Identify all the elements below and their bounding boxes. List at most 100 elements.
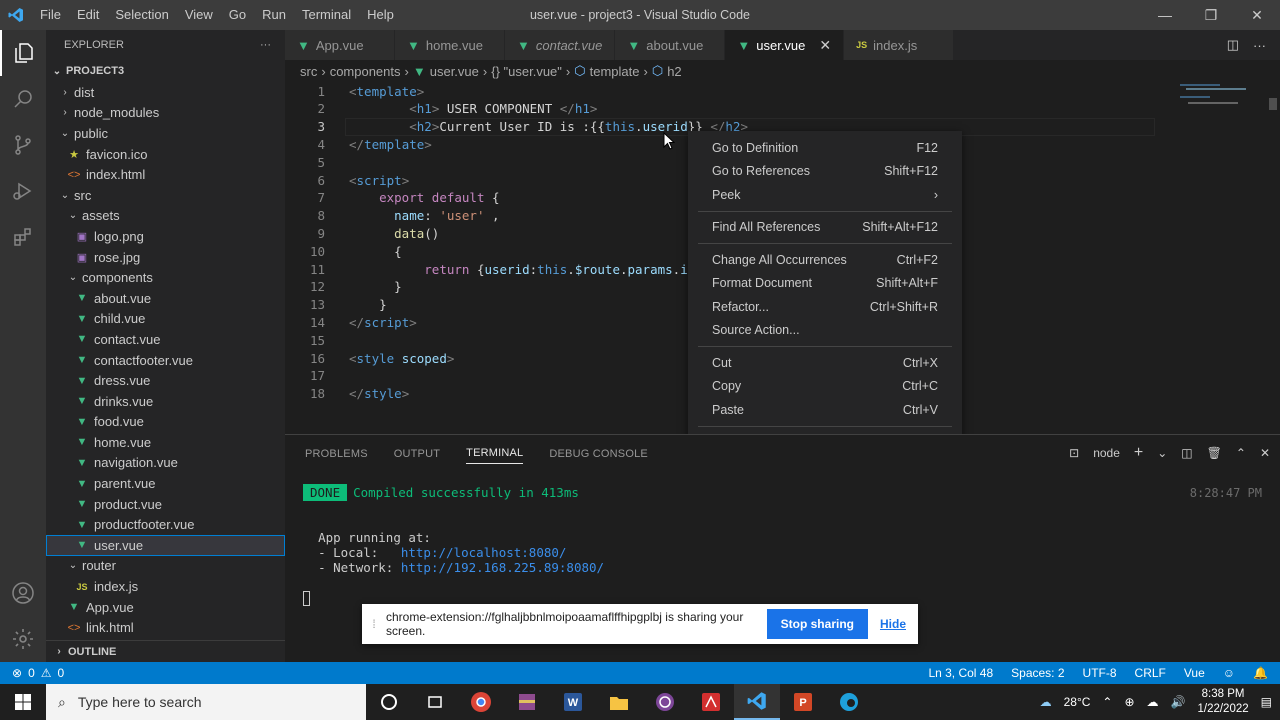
- minimap[interactable]: [1176, 82, 1266, 112]
- windows-start-icon[interactable]: [0, 684, 46, 720]
- menu-go[interactable]: Go: [221, 0, 254, 30]
- context-menu-item[interactable]: Go to References Shift+F12: [688, 160, 962, 184]
- close-tab-icon[interactable]: ✕: [819, 37, 831, 54]
- context-menu-item[interactable]: Go to Definition F12: [688, 136, 962, 160]
- indentation[interactable]: Spaces: 2: [1011, 666, 1064, 680]
- weather-icon[interactable]: ☁: [1040, 695, 1052, 709]
- editor-scrollbar[interactable]: [1266, 90, 1280, 420]
- task-view-icon[interactable]: [412, 684, 458, 720]
- code-line[interactable]: 14 </script>: [285, 313, 417, 331]
- drag-handle-icon[interactable]: ⁞: [362, 617, 386, 631]
- restore-icon[interactable]: ❐: [1188, 0, 1234, 30]
- code-line[interactable]: 13 }: [285, 296, 387, 314]
- code-line[interactable]: 12 }: [285, 278, 402, 296]
- hide-button[interactable]: Hide: [880, 617, 906, 631]
- split-editor-icon[interactable]: ◫: [1227, 37, 1239, 53]
- file-item[interactable]: ▣ logo.png: [46, 226, 285, 247]
- run-debug-icon[interactable]: [0, 168, 46, 214]
- volume-icon[interactable]: 🔊: [1171, 695, 1186, 709]
- code-line[interactable]: 1 <template>: [285, 82, 424, 100]
- menu-view[interactable]: View: [177, 0, 221, 30]
- tab-output[interactable]: OUTPUT: [394, 444, 440, 464]
- code-line[interactable]: 8 name: 'user' ,: [285, 207, 499, 225]
- code-line[interactable]: 3 <h2>Current User ID is :{{this.userid}…: [285, 118, 748, 136]
- tor-browser-icon[interactable]: [642, 684, 688, 720]
- code-line[interactable]: 9 data(): [285, 224, 439, 242]
- context-menu-item[interactable]: Refactor... Ctrl+Shift+R: [688, 295, 962, 319]
- more-actions-icon[interactable]: ···: [1253, 38, 1266, 53]
- network-url-link[interactable]: http://192.168.225.89:8080/: [401, 560, 604, 575]
- powerpoint-icon[interactable]: P: [780, 684, 826, 720]
- chrome-icon[interactable]: [458, 684, 504, 720]
- file-item[interactable]: <> link.html: [46, 617, 285, 638]
- breadcrumb-item[interactable]: h2: [667, 64, 681, 79]
- search-icon[interactable]: [0, 76, 46, 122]
- notification-icon[interactable]: ▤: [1261, 695, 1272, 709]
- source-control-icon[interactable]: [0, 122, 46, 168]
- file-item[interactable]: <> index.html: [46, 164, 285, 185]
- file-item[interactable]: ▼ drinks.vue: [46, 391, 285, 412]
- bell-icon[interactable]: 🔔: [1253, 666, 1268, 680]
- menu-help[interactable]: Help: [359, 0, 402, 30]
- editor-tab[interactable]: ▼ contact.vue: [505, 30, 616, 60]
- file-item[interactable]: ▼ productfooter.vue: [46, 514, 285, 535]
- tab-debug-console[interactable]: DEBUG CONSOLE: [549, 444, 648, 464]
- meet-now-icon[interactable]: ⊕: [1124, 695, 1134, 709]
- account-icon[interactable]: [0, 570, 46, 616]
- tab-terminal[interactable]: TERMINAL: [466, 443, 524, 464]
- code-line[interactable]: 18 </style>: [285, 385, 409, 403]
- line-ending[interactable]: CRLF: [1135, 666, 1166, 680]
- folder-item[interactable]: ⌄ src: [46, 185, 285, 206]
- file-item[interactable]: ▼ parent.vue: [46, 473, 285, 494]
- breadcrumb-item[interactable]: template: [590, 64, 640, 79]
- code-line[interactable]: 11 return {userid:this.$route.params.id}: [285, 260, 703, 278]
- breadcrumb-item[interactable]: user.vue: [430, 64, 479, 79]
- cortana-icon[interactable]: [366, 684, 412, 720]
- breadcrumb-item[interactable]: {} "user.vue": [491, 64, 562, 79]
- language-mode[interactable]: Vue: [1184, 666, 1205, 680]
- file-item[interactable]: ▼ about.vue: [46, 288, 285, 309]
- tray-chevron-up-icon[interactable]: ⌃: [1102, 695, 1112, 709]
- editor-tab[interactable]: ▼ user.vue ✕: [725, 30, 845, 60]
- vscode-taskbar-icon[interactable]: [734, 684, 780, 720]
- code-line[interactable]: 6 <script>: [285, 171, 409, 189]
- menu-edit[interactable]: Edit: [69, 0, 107, 30]
- code-line[interactable]: 7 export default {: [285, 189, 499, 207]
- code-line[interactable]: 5: [285, 153, 325, 171]
- file-item[interactable]: ▣ rose.jpg: [46, 247, 285, 268]
- context-menu-item[interactable]: Find All References Shift+Alt+F12: [688, 216, 962, 240]
- clock[interactable]: 8:38 PM 1/22/2022: [1197, 687, 1248, 717]
- explorer-icon[interactable]: [0, 30, 46, 76]
- context-menu-item[interactable]: Peek ›: [688, 183, 962, 207]
- trash-icon[interactable]: 🗑: [1207, 446, 1222, 460]
- context-menu-item[interactable]: Copy Ctrl+C: [688, 375, 962, 399]
- file-item[interactable]: ★ favicon.ico: [46, 144, 285, 165]
- acrobat-icon[interactable]: [688, 684, 734, 720]
- split-terminal-icon[interactable]: ◫: [1181, 446, 1192, 460]
- code-line[interactable]: 4 </template>: [285, 135, 431, 153]
- file-item[interactable]: ▼ food.vue: [46, 412, 285, 433]
- maximize-panel-icon[interactable]: ⌃: [1236, 446, 1246, 460]
- folder-item[interactable]: ⌄ assets: [46, 206, 285, 227]
- minimize-icon[interactable]: —: [1142, 0, 1188, 30]
- winrar-icon[interactable]: [504, 684, 550, 720]
- file-item[interactable]: ▼ home.vue: [46, 432, 285, 453]
- file-item[interactable]: ▼ user.vue: [46, 535, 285, 556]
- stop-sharing-button[interactable]: Stop sharing: [766, 609, 868, 639]
- breadcrumb-item[interactable]: components: [330, 64, 401, 79]
- network-icon[interactable]: ☁: [1147, 695, 1159, 709]
- add-terminal-icon[interactable]: +: [1134, 444, 1143, 462]
- context-menu-item[interactable]: Change All Occurrences Ctrl+F2: [688, 248, 962, 272]
- file-item[interactable]: ▼ contact.vue: [46, 329, 285, 350]
- feedback-icon[interactable]: ☺: [1223, 666, 1235, 680]
- file-item[interactable]: JS index.js: [46, 576, 285, 597]
- file-explorer-icon[interactable]: [596, 684, 642, 720]
- local-url-link[interactable]: http://localhost:8080/: [401, 545, 567, 560]
- folder-item[interactable]: › dist: [46, 82, 285, 103]
- breadcrumb-item[interactable]: src: [300, 64, 317, 79]
- menu-terminal[interactable]: Terminal: [294, 0, 359, 30]
- encoding[interactable]: UTF-8: [1083, 666, 1117, 680]
- file-item[interactable]: ▼ App.vue: [46, 597, 285, 618]
- more-actions-icon[interactable]: ···: [260, 39, 271, 51]
- close-window-icon[interactable]: ✕: [1234, 0, 1280, 30]
